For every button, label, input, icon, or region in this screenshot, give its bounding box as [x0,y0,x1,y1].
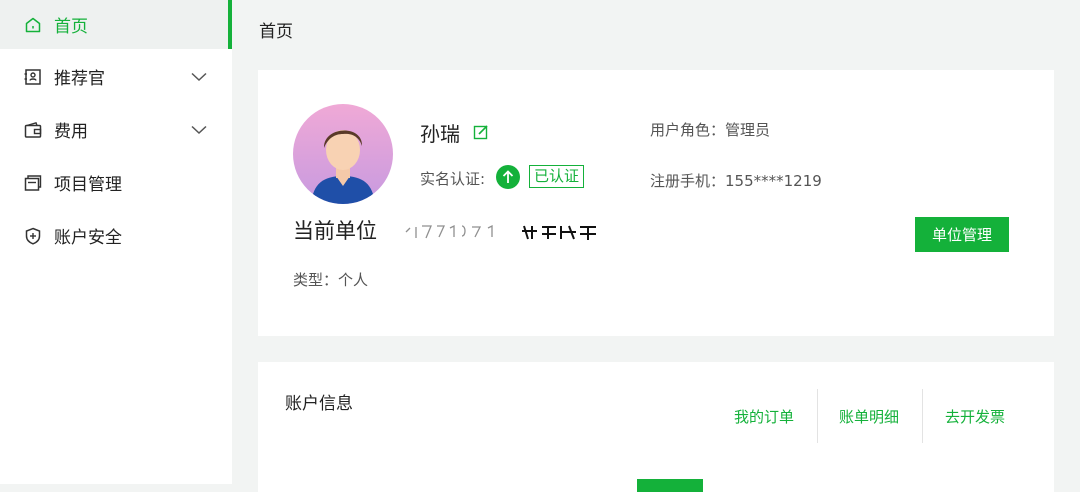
sidebar-item-label: 项目管理 [54,175,122,195]
edit-icon[interactable] [473,124,489,140]
unit-management-button[interactable]: 单位管理 [915,217,1009,252]
registered-phone: 注册手机：155****1219 [650,172,822,190]
chevron-down-icon[interactable] [191,72,207,82]
home-icon [25,17,41,32]
divider [817,389,818,443]
chevron-down-icon[interactable] [191,125,207,135]
account-info-title: 账户信息 [285,394,353,414]
sidebar: 首页 推荐官 费用 项目管理 账户安全 [0,0,232,484]
referrer-icon [24,68,41,85]
sidebar-item-label: 首页 [54,17,88,37]
sidebar-item-home[interactable]: 首页 [0,0,232,49]
username: 孙瑞 [420,122,460,146]
breadcrumb: 首页 [259,22,293,42]
current-unit-label: 当前单位 [293,219,377,243]
redacted-unit-name [405,224,596,240]
wallet-icon [24,121,42,138]
avatar [293,104,393,204]
shield-icon [25,227,41,245]
sidebar-item-label: 账户安全 [54,228,122,248]
profile-card: 孙瑞 实名认证: 已认证 用户角色：管理员 注册手机：155****1219 当… [258,70,1054,336]
sidebar-item-security[interactable]: 账户安全 [0,211,232,260]
account-info-card: 账户信息 我的订单 账单明细 去开发票 [258,362,1054,492]
verified-badge: 已认证 [529,165,585,188]
user-role: 用户角色：管理员 [650,121,771,139]
issue-invoice-link[interactable]: 去开发票 [945,406,1005,427]
sidebar-item-label: 推荐官 [54,69,105,89]
bill-details-link[interactable]: 账单明细 [839,406,899,427]
unit-type: 类型：个人 [293,271,369,289]
verification-label: 实名认证: [420,170,486,188]
sidebar-item-label: 费用 [54,122,88,142]
divider [922,389,923,443]
verified-icon [496,165,520,189]
avatar-image [293,104,393,204]
sidebar-item-projects[interactable]: 项目管理 [0,158,232,207]
tab-indicator [637,479,703,492]
sidebar-item-fees[interactable]: 费用 [0,105,232,154]
projects-icon [24,174,42,191]
my-orders-link[interactable]: 我的订单 [734,406,794,427]
sidebar-item-referrer[interactable]: 推荐官 [0,52,232,101]
